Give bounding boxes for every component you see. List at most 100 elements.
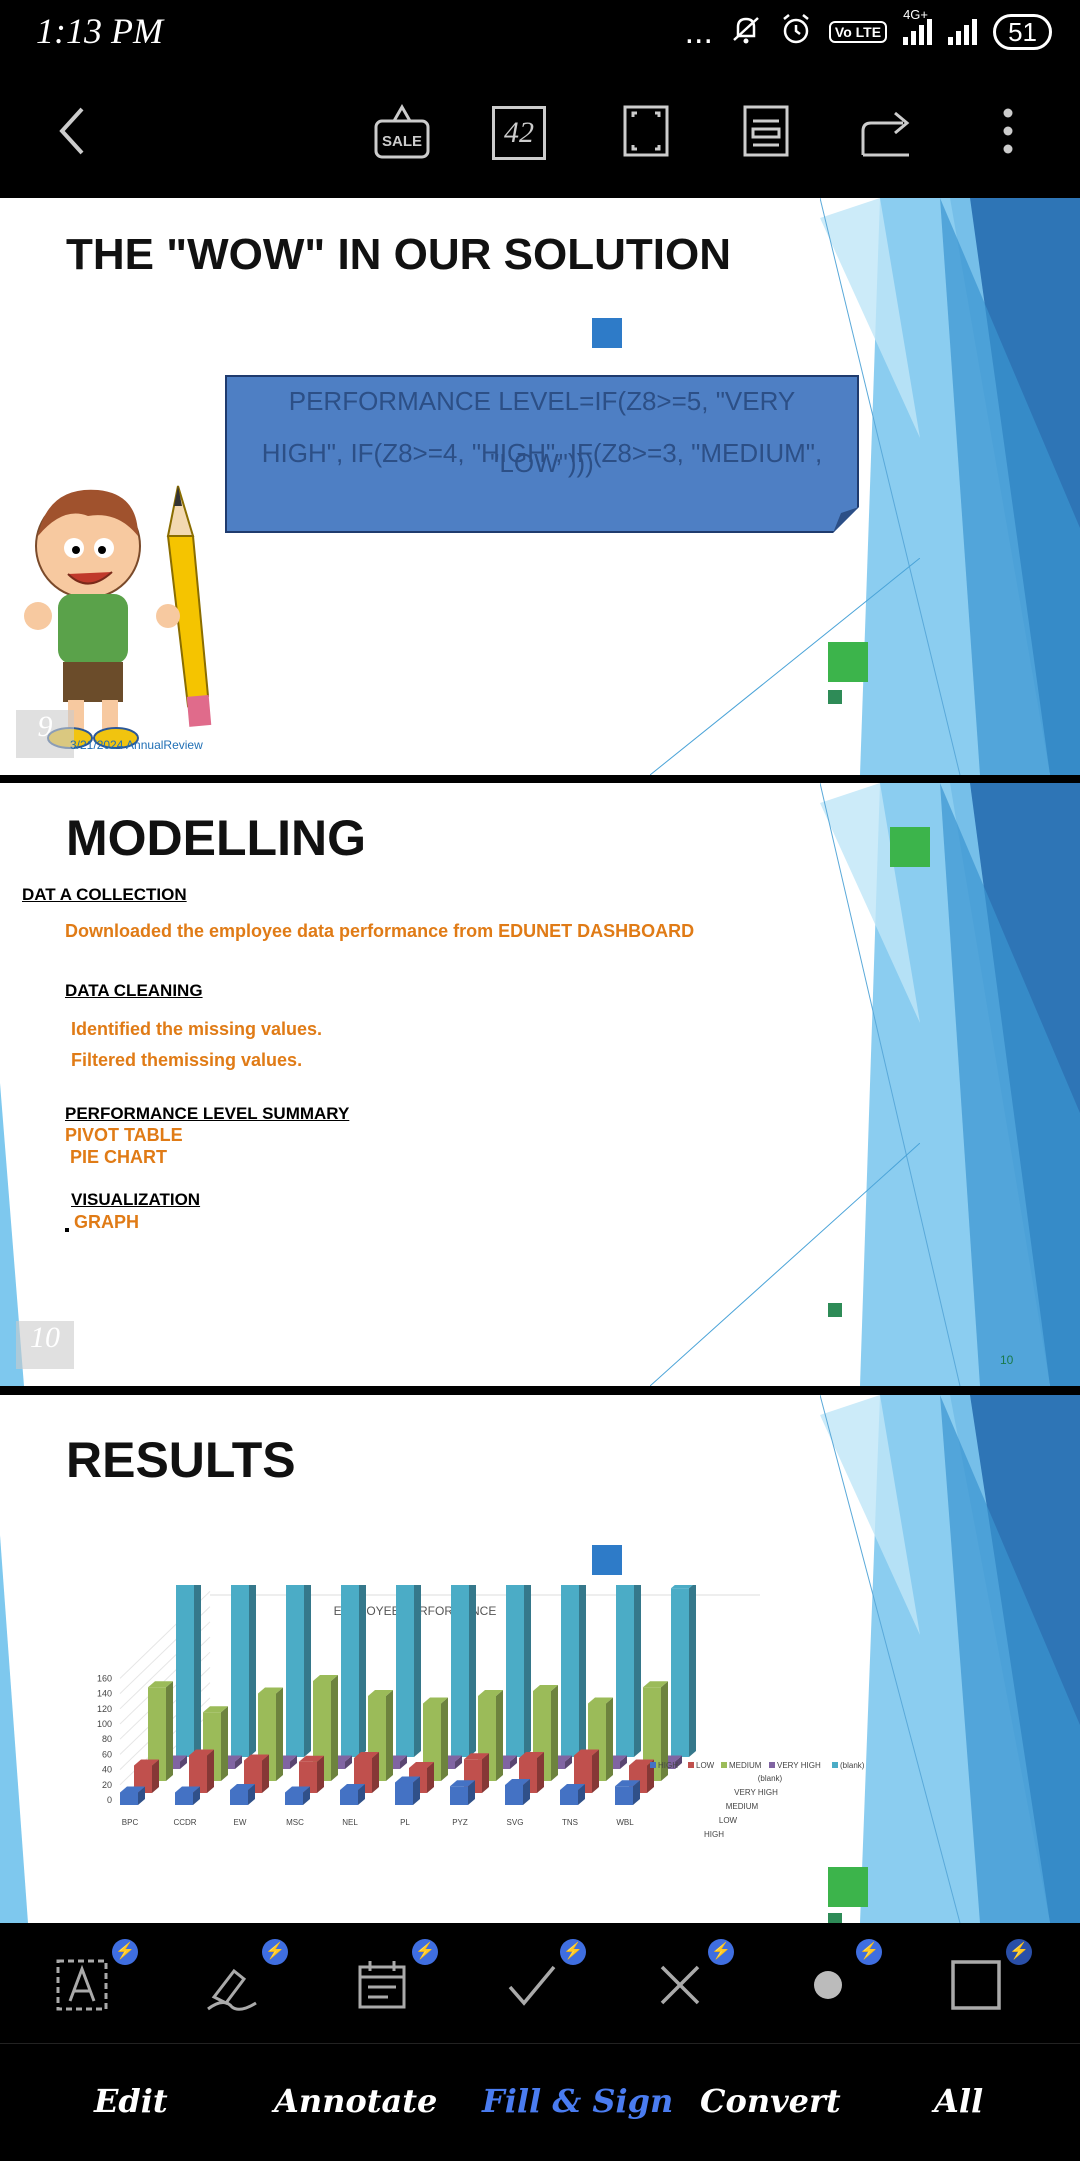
y-tick-label: 40 <box>102 1765 112 1775</box>
alarm-icon <box>779 12 813 51</box>
bar-side <box>537 1752 544 1793</box>
bar-side <box>634 1585 641 1757</box>
signature-icon[interactable] <box>202 1955 262 2015</box>
rectangle-icon[interactable] <box>946 1955 1006 2015</box>
premium-bolt-icon: ⚡ <box>856 1939 882 1965</box>
volte-icon: Vo LTE <box>828 20 888 43</box>
x-tick-label: CCDR <box>173 1818 196 1827</box>
date-icon[interactable] <box>352 1955 412 2015</box>
y-tick-label: 160 <box>97 1673 112 1683</box>
bar-side <box>524 1585 531 1757</box>
small-green-square-decoration <box>828 690 842 704</box>
premium-bolt-icon: ⚡ <box>708 1939 734 1965</box>
y-tick-label: 20 <box>102 1780 112 1790</box>
legend-swatch <box>650 1762 656 1768</box>
status-icons: ... Vo LTE 4G+ 51 <box>684 7 1052 51</box>
cleaning-item-2: Filtered themissing values. <box>71 1050 303 1070</box>
left-blue-decoration <box>0 1535 28 1923</box>
x-tick-label: WBL <box>616 1818 634 1827</box>
bar-high-msc <box>285 1792 303 1805</box>
sale-tag-button[interactable]: SALE <box>370 99 434 163</box>
x-tick-label: EW <box>234 1818 247 1827</box>
bar-side <box>414 1585 421 1757</box>
tab-all[interactable]: All <box>934 2082 983 2120</box>
slide-11[interactable]: RESULTS 0 20 40 60 80 100 120 140 160 EMPLOYEE PE… <box>0 1395 1080 1923</box>
bar--blank--nel <box>396 1585 414 1757</box>
premium-bolt-icon: ⚡ <box>560 1939 586 1965</box>
network-type: 4G+ <box>903 6 929 22</box>
bar-high-pyz <box>450 1786 468 1805</box>
section-heading-performance-summary: PERFORMANCE LEVEL SUMMARY <box>65 1104 350 1123</box>
thin-line-decoration <box>650 1143 920 1386</box>
x-tick-label: BPC <box>122 1818 139 1827</box>
tab-edit[interactable]: Edit <box>94 2082 168 2120</box>
tab-fill-sign[interactable]: Fill & Sign <box>482 2082 673 2120</box>
bar-side <box>276 1687 283 1781</box>
legend-label: VERY HIGH <box>777 1761 821 1770</box>
depth-axis-label: LOW <box>719 1816 738 1825</box>
bar-side <box>606 1697 613 1781</box>
legend-label: (blank) <box>840 1761 865 1770</box>
status-bar: 1:13 PM ... Vo LTE 4G+ 51 <box>0 0 1080 64</box>
y-tick-label: 0 <box>107 1795 112 1805</box>
summary-item-1: PIVOT TABLE <box>65 1125 183 1145</box>
cleaning-item-1: Identified the missing values. <box>71 1019 323 1039</box>
bar-high-bpc <box>120 1792 138 1805</box>
battery-icon: 51 <box>993 13 1052 50</box>
fullscreen-button[interactable] <box>614 99 678 163</box>
share-button[interactable] <box>855 99 919 163</box>
small-green-square-decoration <box>828 1913 842 1923</box>
bar--blank--msc <box>341 1585 359 1757</box>
text-box-icon[interactable] <box>52 1955 112 2015</box>
back-button[interactable] <box>40 99 104 163</box>
slide-page-number: 10 <box>1000 1353 1014 1367</box>
x-tick-label: PL <box>400 1818 410 1827</box>
checkmark-icon[interactable] <box>502 1955 562 2015</box>
slide-10[interactable]: MODELLING DAT A COLLECTION Downloaded th… <box>0 783 1080 1386</box>
x-tick-label: TNS <box>562 1818 578 1827</box>
legend-label: HIGH <box>658 1761 678 1770</box>
section-heading-data-cleaning: DATA CLEANING <box>65 981 203 1000</box>
tab-convert[interactable]: Convert <box>700 2082 841 2120</box>
visualization-item-1: GRAPH <box>74 1212 140 1232</box>
legend-swatch <box>769 1762 775 1768</box>
bar--blank--pyz <box>506 1585 524 1757</box>
sale-label: SALE <box>381 133 422 150</box>
page-number-button[interactable]: 42 <box>492 106 546 160</box>
x-tick-label: SVG <box>507 1818 524 1827</box>
slide-page-badge: 10 <box>16 1321 74 1369</box>
depth-axis-label: MEDIUM <box>726 1802 759 1811</box>
legend-swatch <box>832 1762 838 1768</box>
more-options-button[interactable] <box>976 99 1040 163</box>
page-number: 42 <box>504 116 534 149</box>
bar--blank--svg <box>561 1585 579 1757</box>
legend-label: LOW <box>696 1761 715 1770</box>
bar-side <box>331 1675 338 1781</box>
bar-high-wbl <box>615 1786 633 1805</box>
x-tick-label: PYZ <box>452 1818 468 1827</box>
reading-mode-button[interactable] <box>734 99 798 163</box>
bar-side <box>592 1749 599 1793</box>
tab-annotate[interactable]: Annotate <box>274 2082 437 2120</box>
status-time: 1:13 PM <box>36 11 163 51</box>
bar-side <box>689 1585 696 1757</box>
bottom-tab-bar: Edit Annotate Fill & Sign Convert All <box>0 2043 1080 2161</box>
premium-bolt-icon: ⚡ <box>112 1939 138 1965</box>
premium-bolt-icon: ⚡ <box>1006 1939 1032 1965</box>
green-square-decoration <box>890 827 930 867</box>
slide-9[interactable]: THE "WOW" IN OUR SOLUTION PERFORMANCE LE… <box>0 198 1080 775</box>
bar-side <box>262 1754 269 1793</box>
folded-corner <box>833 507 859 533</box>
y-tick-label: 60 <box>102 1749 112 1759</box>
more-dots-icon: ... <box>684 12 713 51</box>
dot-icon[interactable] <box>798 1955 858 2015</box>
bar-side <box>496 1690 503 1781</box>
bar-side <box>441 1697 448 1781</box>
cross-icon[interactable] <box>650 1955 710 2015</box>
legend-swatch <box>688 1762 694 1768</box>
bar-side <box>579 1585 586 1757</box>
signal-4g-icon: 4G+ <box>903 7 933 45</box>
slide-title: RESULTS <box>66 1432 296 1488</box>
employee-performance-chart: 020406080100120140160EMPLOYEE PERFORMANC… <box>97 1585 865 1839</box>
bar-side <box>317 1755 324 1793</box>
